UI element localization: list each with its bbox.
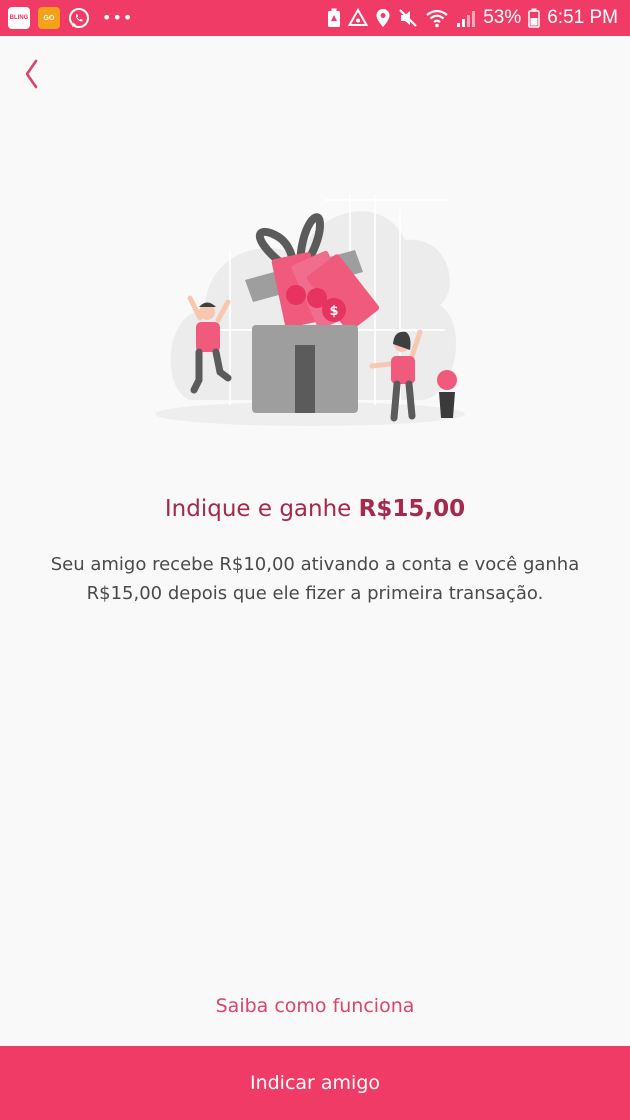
location-pin-icon (376, 9, 390, 27)
battery-percent: 53% (483, 7, 522, 28)
go-app-icon: GO (38, 7, 60, 29)
battery-icon (528, 8, 540, 28)
how-it-works-link[interactable]: Saiba como funciona (0, 995, 630, 1017)
refer-friend-button-label: Indicar amigo (249, 1072, 381, 1094)
signal-icon (457, 11, 476, 27)
chevron-left-icon (25, 59, 38, 89)
svg-text:$: $ (329, 304, 338, 319)
whatsapp-icon (69, 8, 89, 28)
title-prefix: Indique e ganhe (164, 496, 359, 522)
page-title: Indique e ganhe R$15,00 (0, 496, 630, 522)
referral-gift-illustration: $ (155, 195, 465, 426)
clock: 6:51 PM (547, 7, 618, 28)
system-indicators: 53% 6:51 PM (327, 4, 618, 32)
reward-amount: R$15,00 (358, 496, 466, 522)
bling-app-icon: BLING (8, 7, 30, 29)
status-bar: BLING GO ••• 53% 6:51 PM (0, 0, 630, 36)
wifi-icon (426, 9, 448, 28)
mute-icon (399, 9, 417, 27)
sync-triangle-icon (348, 8, 369, 26)
notification-icons: BLING GO ••• (8, 6, 133, 30)
battery-saver-icon (328, 8, 341, 27)
back-button[interactable] (14, 52, 54, 96)
more-notifications-indicator: ••• (102, 8, 134, 27)
refer-friend-button[interactable]: Indicar amigo (0, 1046, 630, 1120)
referral-description: Seu amigo recebe R$10,00 ativando a cont… (50, 554, 580, 604)
